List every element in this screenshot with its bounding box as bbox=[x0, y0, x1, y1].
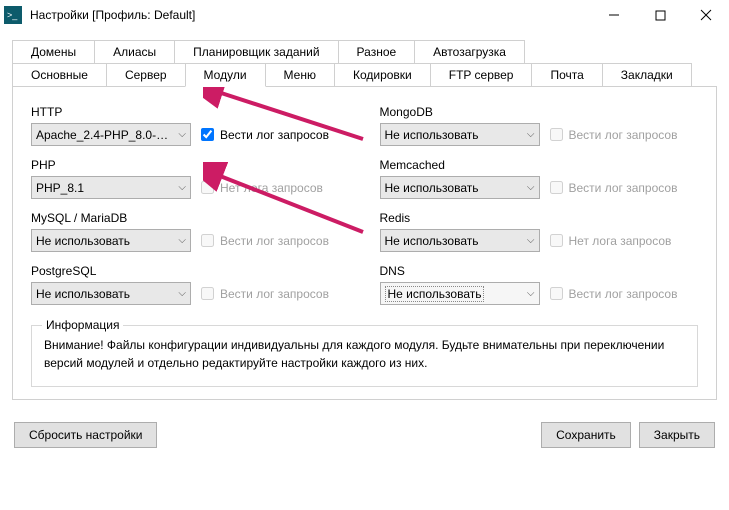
field-http: HTTP Apache_2.4-PHP_8.0-… ⌵ Вести лог за… bbox=[31, 105, 350, 146]
combo-mongodb[interactable]: Не использовать ⌵ bbox=[380, 123, 540, 146]
combo-dns-value: Не использовать bbox=[385, 286, 485, 302]
label-redis: Redis bbox=[380, 211, 699, 225]
save-button[interactable]: Сохранить bbox=[541, 422, 631, 448]
footer: Сбросить настройки Сохранить Закрыть bbox=[0, 410, 729, 458]
chk-dns-log: Вести лог запросов bbox=[550, 287, 678, 301]
chevron-down-icon: ⌵ bbox=[523, 129, 535, 140]
combo-postgres-value: Не использовать bbox=[36, 287, 130, 301]
info-fieldset: Информация Внимание! Файлы конфигурации … bbox=[31, 325, 698, 387]
chk-redis-log-label: Нет лога запросов bbox=[569, 234, 672, 248]
app-icon: >_ bbox=[4, 6, 22, 24]
close-button[interactable]: Закрыть bbox=[639, 422, 715, 448]
label-dns: DNS bbox=[380, 264, 699, 278]
field-dns: DNS Не использовать ⌵ Вести лог запросов bbox=[380, 264, 699, 305]
label-php: PHP bbox=[31, 158, 350, 172]
tab-encodings[interactable]: Кодировки bbox=[334, 63, 431, 87]
combo-redis-value: Не использовать bbox=[385, 234, 479, 248]
tab-autoload[interactable]: Автозагрузка bbox=[414, 40, 525, 64]
chk-php-log-input bbox=[201, 181, 214, 194]
label-mongodb: MongoDB bbox=[380, 105, 699, 119]
field-php: PHP PHP_8.1 ⌵ Нет лога запросов bbox=[31, 158, 350, 199]
tab-domains[interactable]: Домены bbox=[12, 40, 95, 64]
chevron-down-icon: ⌵ bbox=[174, 288, 186, 299]
chk-postgres-log-label: Вести лог запросов bbox=[220, 287, 329, 301]
maximize-button[interactable] bbox=[637, 0, 683, 30]
tab-misc[interactable]: Разное bbox=[338, 40, 416, 64]
label-http: HTTP bbox=[31, 105, 350, 119]
maximize-icon bbox=[655, 10, 666, 21]
chk-http-log-label: Вести лог запросов bbox=[220, 128, 329, 142]
combo-php-value: PHP_8.1 bbox=[36, 181, 84, 195]
combo-dns[interactable]: Не использовать ⌵ bbox=[380, 282, 540, 305]
tab-mail[interactable]: Почта bbox=[531, 63, 602, 87]
tab-main[interactable]: Основные bbox=[12, 63, 107, 87]
combo-mysql-value: Не использовать bbox=[36, 234, 130, 248]
chk-redis-log-input bbox=[550, 234, 563, 247]
tabs: Домены Алиасы Планировщик заданий Разное… bbox=[12, 40, 717, 400]
field-mysql: MySQL / MariaDB Не использовать ⌵ Вести … bbox=[31, 211, 350, 252]
chk-memcached-log-label: Вести лог запросов bbox=[569, 181, 678, 195]
chevron-down-icon: ⌵ bbox=[174, 129, 186, 140]
chk-memcached-log: Вести лог запросов bbox=[550, 181, 678, 195]
close-window-button[interactable] bbox=[683, 0, 729, 30]
combo-redis[interactable]: Не использовать ⌵ bbox=[380, 229, 540, 252]
chk-postgres-log: Вести лог запросов bbox=[201, 287, 329, 301]
chk-redis-log: Нет лога запросов bbox=[550, 234, 672, 248]
combo-mongodb-value: Не использовать bbox=[385, 128, 479, 142]
label-memcached: Memcached bbox=[380, 158, 699, 172]
chevron-down-icon: ⌵ bbox=[523, 235, 535, 246]
chk-mongodb-log: Вести лог запросов bbox=[550, 128, 678, 142]
combo-php[interactable]: PHP_8.1 ⌵ bbox=[31, 176, 191, 199]
svg-text:>_: >_ bbox=[7, 10, 18, 20]
tab-bookmarks[interactable]: Закладки bbox=[602, 63, 692, 87]
info-legend: Информация bbox=[42, 318, 123, 332]
chk-mysql-log: Вести лог запросов bbox=[201, 234, 329, 248]
label-mysql: MySQL / MariaDB bbox=[31, 211, 350, 225]
chevron-down-icon: ⌵ bbox=[174, 182, 186, 193]
chk-http-log[interactable]: Вести лог запросов bbox=[201, 128, 329, 142]
chk-mongodb-log-label: Вести лог запросов bbox=[569, 128, 678, 142]
combo-http-value: Apache_2.4-PHP_8.0-… bbox=[36, 128, 168, 142]
combo-mysql[interactable]: Не использовать ⌵ bbox=[31, 229, 191, 252]
chk-mongodb-log-input bbox=[550, 128, 563, 141]
minimize-icon bbox=[608, 9, 620, 21]
tab-menu[interactable]: Меню bbox=[265, 63, 335, 87]
tab-server[interactable]: Сервер bbox=[106, 63, 186, 87]
field-memcached: Memcached Не использовать ⌵ Вести лог за… bbox=[380, 158, 699, 199]
combo-http[interactable]: Apache_2.4-PHP_8.0-… ⌵ bbox=[31, 123, 191, 146]
chevron-down-icon: ⌵ bbox=[523, 182, 535, 193]
close-icon bbox=[700, 9, 712, 21]
chk-dns-log-input bbox=[550, 287, 563, 300]
field-mongodb: MongoDB Не использовать ⌵ Вести лог запр… bbox=[380, 105, 699, 146]
chevron-down-icon: ⌵ bbox=[523, 288, 535, 299]
chk-memcached-log-input bbox=[550, 181, 563, 194]
chk-php-log: Нет лога запросов bbox=[201, 181, 323, 195]
chk-http-log-input[interactable] bbox=[201, 128, 214, 141]
titlebar: >_ Настройки [Профиль: Default] bbox=[0, 0, 729, 30]
tab-aliases[interactable]: Алиасы bbox=[94, 40, 175, 64]
info-text: Внимание! Файлы конфигурации индивидуаль… bbox=[44, 336, 685, 372]
reset-button[interactable]: Сбросить настройки bbox=[14, 422, 157, 448]
tab-modules[interactable]: Модули bbox=[185, 63, 266, 87]
minimize-button[interactable] bbox=[591, 0, 637, 30]
field-redis: Redis Не использовать ⌵ Нет лога запросо… bbox=[380, 211, 699, 252]
chk-php-log-label: Нет лога запросов bbox=[220, 181, 323, 195]
tab-panel-modules: HTTP Apache_2.4-PHP_8.0-… ⌵ Вести лог за… bbox=[12, 86, 717, 400]
chk-dns-log-label: Вести лог запросов bbox=[569, 287, 678, 301]
chk-postgres-log-input bbox=[201, 287, 214, 300]
chk-mysql-log-input bbox=[201, 234, 214, 247]
tab-scheduler[interactable]: Планировщик заданий bbox=[174, 40, 338, 64]
label-postgres: PostgreSQL bbox=[31, 264, 350, 278]
chk-mysql-log-label: Вести лог запросов bbox=[220, 234, 329, 248]
window-title: Настройки [Профиль: Default] bbox=[30, 8, 591, 22]
combo-memcached-value: Не использовать bbox=[385, 181, 479, 195]
combo-postgres[interactable]: Не использовать ⌵ bbox=[31, 282, 191, 305]
chevron-down-icon: ⌵ bbox=[174, 235, 186, 246]
tab-ftp[interactable]: FTP сервер bbox=[430, 63, 533, 87]
combo-memcached[interactable]: Не использовать ⌵ bbox=[380, 176, 540, 199]
field-postgres: PostgreSQL Не использовать ⌵ Вести лог з… bbox=[31, 264, 350, 305]
